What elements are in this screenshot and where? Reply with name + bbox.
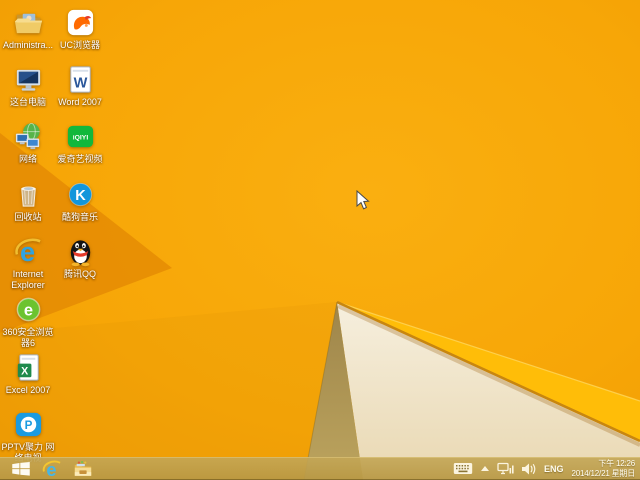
kugou-glyph: K: [75, 188, 86, 204]
desktop-icon-word-2007[interactable]: W Word 2007: [52, 64, 108, 108]
desktop-icon-label: 网络: [18, 154, 37, 164]
clock-time: 下午 12:26: [598, 459, 635, 468]
desktop-icon-label: 腾讯QQ: [63, 269, 96, 279]
desktop-icon-iqiyi[interactable]: iQIYI 爱奇艺视频: [52, 121, 108, 165]
windows-desktop: Administra... UC浏览器 这台电脑 W Word 2007 网络 …: [0, 0, 640, 480]
desktop-icon-label: 爱奇艺视频: [57, 154, 103, 164]
desktop-icon-network[interactable]: 网络: [0, 121, 56, 165]
word-glyph: W: [73, 75, 87, 91]
word-2007-icon: W: [69, 66, 91, 93]
desktop-icon-recycle-bin[interactable]: 回收站: [0, 179, 56, 223]
taskbar-internet-explorer-button[interactable]: e: [36, 457, 67, 480]
network-status-icon[interactable]: [497, 462, 514, 475]
desktop-icon-label: Administra...: [2, 40, 53, 50]
iqiyi-icon: iQIYI: [67, 125, 93, 148]
pptv-glyph: P: [24, 419, 32, 432]
internet-explorer-icon: e: [14, 236, 41, 267]
excel-2007-icon: X: [17, 354, 39, 381]
uc-browser-icon: [67, 9, 93, 36]
show-hidden-icons-button[interactable]: [481, 466, 490, 471]
windows-logo-icon: [11, 461, 30, 476]
recycle-bin-icon: [20, 186, 36, 207]
pptv-icon: P: [15, 412, 41, 437]
iqiyi-glyph: iQIYI: [72, 134, 88, 141]
volume-icon[interactable]: [522, 463, 536, 475]
excel-glyph: X: [21, 365, 28, 377]
mouse-cursor: [356, 190, 370, 210]
desktop-icon-kugou[interactable]: K 酷狗音乐: [52, 179, 108, 223]
desktop-icon-label: Internet Explorer: [11, 269, 45, 290]
file-explorer-icon: [74, 461, 91, 476]
desktop-icon-360-browser[interactable]: e 360安全浏览器6: [0, 294, 56, 349]
kugou-music-icon: K: [68, 182, 92, 207]
desktop-icon-label: Excel 2007: [5, 385, 51, 395]
internet-explorer-icon: e: [42, 459, 61, 479]
360-browser-icon: e: [16, 297, 40, 322]
clock-date: 2014/12/21 星期日: [571, 468, 636, 478]
network-icon: [15, 122, 40, 150]
desktop-icon-excel-2007[interactable]: X Excel 2007: [0, 352, 56, 396]
administrator-folder-icon: [14, 13, 42, 34]
desktop-icon-label: 这台电脑: [9, 97, 46, 107]
taskbar-file-explorer-button[interactable]: [67, 457, 98, 480]
desktop-icon-label: Word 2007: [58, 97, 102, 107]
taskbar-clock[interactable]: 下午 12:26 2014/12/21 星期日: [571, 459, 636, 478]
desktop-icon-label: 回收站: [14, 212, 42, 222]
desktop-icon-label: 酷狗音乐: [61, 212, 98, 222]
desktop-icon-administrator[interactable]: Administra...: [0, 7, 56, 51]
this-pc-icon: [16, 69, 40, 91]
desktop-icon-qq[interactable]: 腾讯QQ: [52, 236, 108, 280]
system-tray: ENG 下午 12:26 2014/12/21 星期日: [449, 457, 640, 480]
360-glyph: e: [23, 301, 32, 319]
desktop-icon-uc-browser[interactable]: UC浏览器: [52, 7, 108, 51]
desktop-icon-label: 360安全浏览器6: [2, 327, 54, 348]
language-indicator[interactable]: ENG: [544, 464, 564, 474]
tencent-qq-icon: [70, 240, 90, 267]
start-button[interactable]: [5, 457, 36, 480]
taskbar: e ENG 下午 12:26 2014/12/21 星期日: [0, 457, 640, 480]
desktop-icon-pptv[interactable]: P PPTV聚力 网络电视: [0, 409, 56, 464]
desktop-icon-this-pc[interactable]: 这台电脑: [0, 64, 56, 108]
desktop-icon-label: UC浏览器: [60, 40, 100, 50]
desktop-icon-internet-explorer[interactable]: e Internet Explorer: [0, 236, 56, 291]
touch-keyboard-icon[interactable]: [453, 462, 473, 475]
